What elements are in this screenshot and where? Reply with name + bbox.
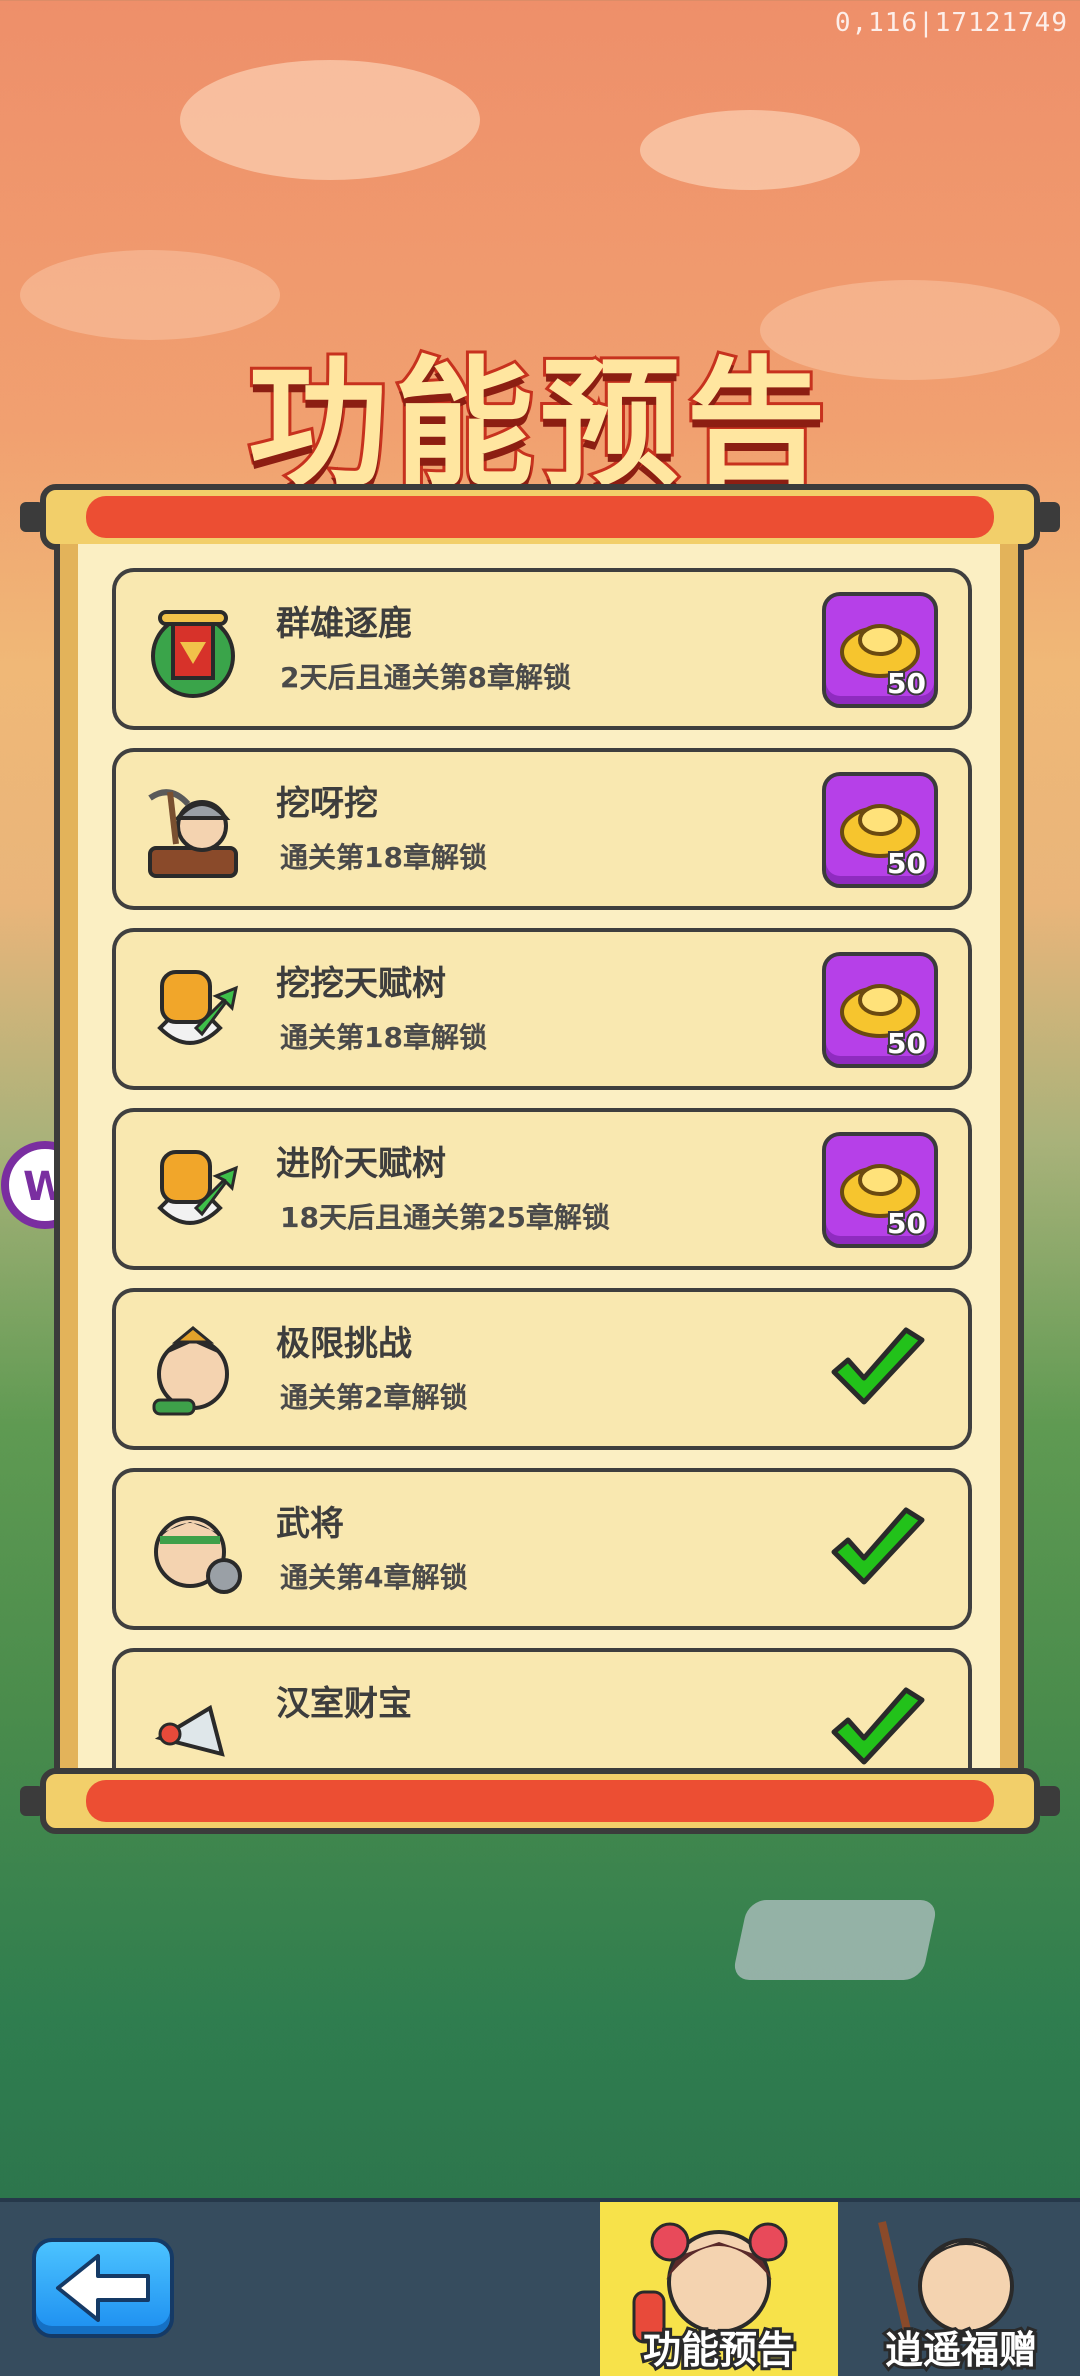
feature-name: 武将 [276,1504,344,1544]
claim-reward-button[interactable]: 50 [822,592,938,708]
feature-card: 汉室财宝 [112,1648,972,1774]
build-id-label: 0,116|17121749 [834,8,1068,38]
talent-fist-icon [140,958,246,1064]
reward-amount: 50 [885,1205,928,1242]
checkmark-icon [831,1687,925,1765]
feature-card: 挖挖天赋树 通关第18章解锁 50 [112,928,972,1090]
feature-card: 群雄逐鹿 2天后且通关第8章解锁 50 [112,568,972,730]
cloud [180,60,480,180]
reward-amount: 50 [885,1025,928,1062]
feature-name: 汉室财宝 [276,1684,412,1724]
feature-name: 群雄逐鹿 [276,604,412,644]
feature-condition: 通关第18章解锁 [280,1021,487,1054]
feature-card: 武将 通关第4章解锁 [112,1468,972,1630]
feature-card: 极限挑战 通关第2章解锁 [112,1288,972,1450]
checkmark-icon [831,1327,925,1405]
feature-name: 挖挖天赋树 [276,964,446,1004]
tab-xiaoyao-gift[interactable]: 逍遥福赠 [842,2202,1080,2376]
feature-condition: 2天后且通关第8章解锁 [280,661,571,694]
feature-condition: 通关第18章解锁 [280,841,487,874]
feature-name: 挖呀挖 [276,784,378,824]
cloud [640,110,860,190]
rock-decoration [731,1900,939,1980]
scroll-rod-bottom [20,1768,1060,1834]
feature-condition: 通关第2章解锁 [280,1381,468,1414]
reward-amount: 50 [885,845,928,882]
feature-card: 挖呀挖 通关第18章解锁 50 [112,748,972,910]
miner-icon [140,778,246,884]
claim-reward-button[interactable]: 50 [822,952,938,1068]
tab-feature-preview[interactable]: 功能预告 [600,2202,838,2376]
claim-reward-button[interactable]: 50 [822,1132,938,1248]
back-button[interactable] [32,2238,174,2338]
banner-shield-icon [140,598,246,704]
general-face-icon [140,1498,246,1604]
arrow-left-icon [56,2254,150,2322]
feature-list[interactable]: 群雄逐鹿 2天后且通关第8章解锁 50 挖呀挖 通关第18章解锁 50 挖挖天赋… [112,568,972,1774]
feature-name: 极限挑战 [276,1324,412,1364]
tab-label: 逍遥福赠 [882,2325,1040,2375]
scroll-rod-top [20,484,1060,550]
feature-condition: 18天后且通关第25章解锁 [280,1201,610,1234]
treasure-horn-icon [140,1678,246,1774]
talent-fist-icon [140,1138,246,1244]
feature-card: 进阶天赋树 18天后且通关第25章解锁 50 [112,1108,972,1270]
checkmark-icon [831,1507,925,1585]
feature-name: 进阶天赋树 [276,1144,446,1184]
feature-scroll-panel: 群雄逐鹿 2天后且通关第8章解锁 50 挖呀挖 通关第18章解锁 50 挖挖天赋… [54,544,1024,1774]
reward-amount: 50 [885,665,928,702]
tab-label: 功能预告 [640,2325,798,2375]
warrior-face-icon [140,1318,246,1424]
claim-reward-button[interactable]: 50 [822,772,938,888]
bottom-nav-bar: 功能预告 逍遥福赠 [0,2198,1080,2376]
feature-condition: 通关第4章解锁 [280,1561,468,1594]
